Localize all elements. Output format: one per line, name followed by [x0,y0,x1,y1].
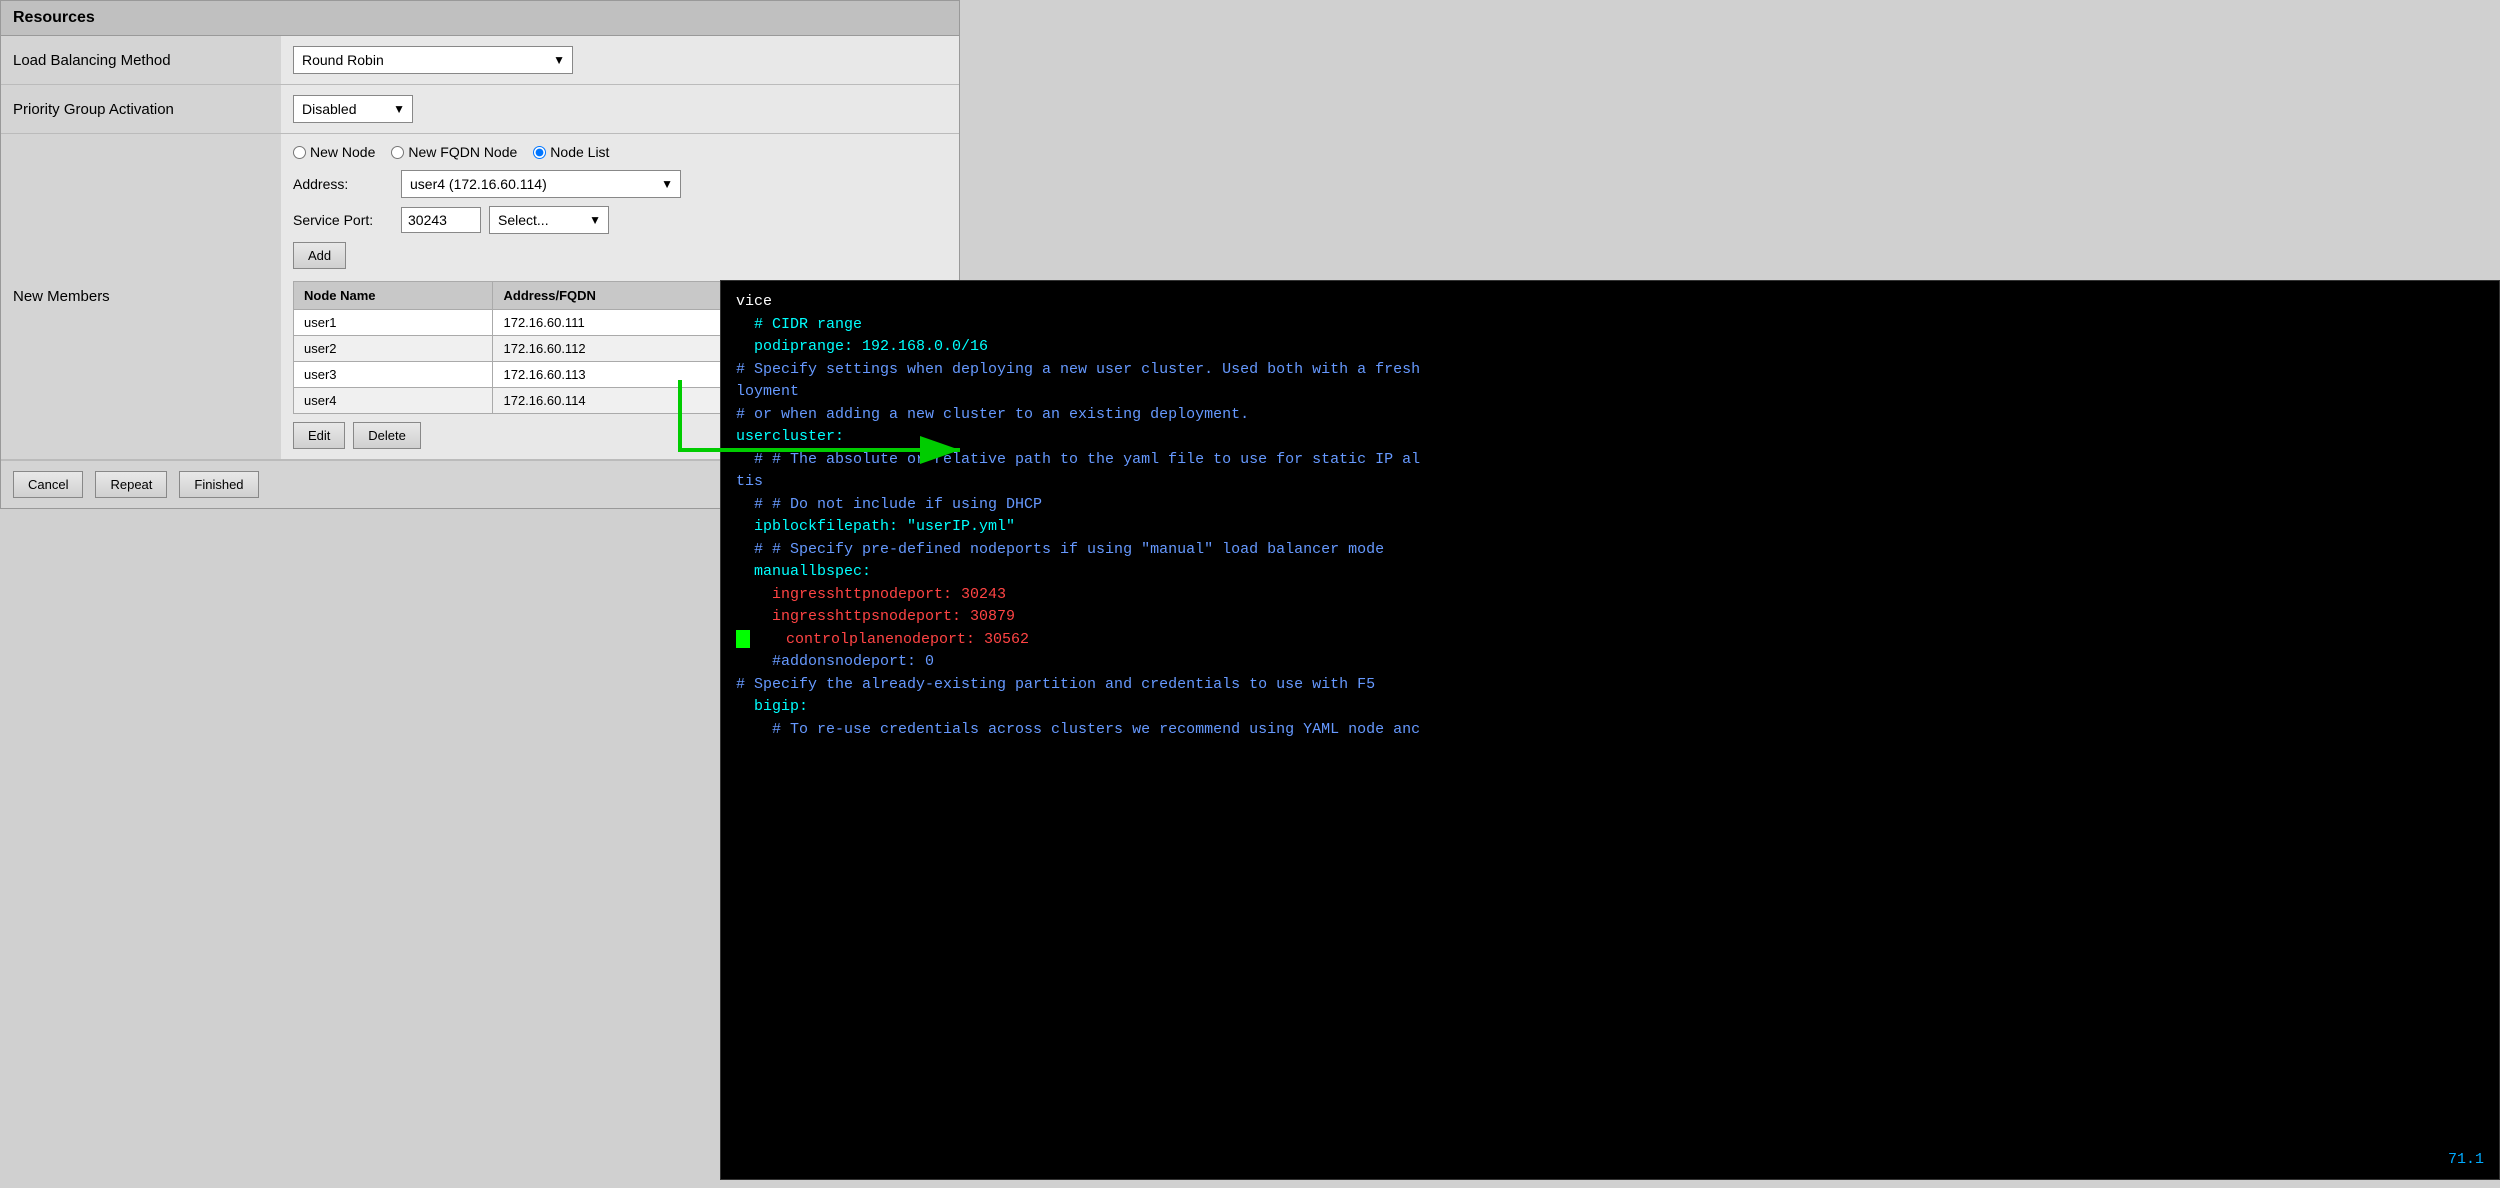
terminal-line: bigip: [736,696,2484,719]
address-select[interactable]: user4 (172.16.60.114) user1 (172.16.60.1… [401,170,681,198]
radio-node-list-text: Node List [550,144,609,160]
radio-node-list[interactable] [533,146,546,159]
service-port-input[interactable] [401,207,481,233]
terminal-cursor [736,630,750,648]
terminal-line: # To re-use credentials across clusters … [736,719,2484,742]
cell-node-name: user4 [294,388,493,414]
load-balancing-row: Load Balancing Method Round Robin ▼ [1,36,959,85]
load-balancing-label: Load Balancing Method [1,36,281,85]
radio-new-fqdn-label[interactable]: New FQDN Node [391,144,517,160]
panel-title: Resources [1,1,959,36]
terminal-line: controlplanenodeport: 30562 [736,629,2484,652]
priority-group-row: Priority Group Activation Disabled ▼ [1,85,959,134]
service-port-label: Service Port: [293,212,393,228]
terminal-line: podiprange: 192.168.0.0/16 [736,336,2484,359]
col-address-fqdn: Address/FQDN [493,282,738,310]
priority-group-label: Priority Group Activation [1,85,281,134]
terminal-line: ingresshttpnodeport: 30243 [736,584,2484,607]
radio-new-node[interactable] [293,146,306,159]
priority-group-select[interactable]: Disabled [293,95,413,123]
terminal-line: #addonsnodeport: 0 [736,651,2484,674]
service-port-row: Service Port: Select... ▼ [293,206,947,234]
address-row: Address: user4 (172.16.60.114) user1 (17… [293,170,947,198]
terminal-line: ipblockfilepath: "userIP.yml" [736,516,2484,539]
load-balancing-value-cell: Round Robin ▼ [281,36,959,85]
green-arrow-icon [660,370,1010,500]
delete-button[interactable]: Delete [353,422,421,449]
terminal-line: manuallbspec: [736,561,2484,584]
cell-address: 172.16.60.111 [493,310,738,336]
address-label: Address: [293,176,393,192]
cell-node-name: user2 [294,336,493,362]
radio-new-fqdn-text: New FQDN Node [408,144,517,160]
edit-button[interactable]: Edit [293,422,345,449]
port-select-wrapper: Select... ▼ [489,206,609,234]
radio-new-fqdn[interactable] [391,146,404,159]
col-node-name: Node Name [294,282,493,310]
radio-node-list-label[interactable]: Node List [533,144,609,160]
new-members-label: New Members [1,134,281,460]
load-balancing-select[interactable]: Round Robin [293,46,573,74]
add-button[interactable]: Add [293,242,346,269]
terminal-line: ingresshttpsnodeport: 30879 [736,606,2484,629]
terminal-line: # # Specify pre-defined nodeports if usi… [736,539,2484,562]
terminal-line: # CIDR range [736,314,2484,337]
priority-group-select-wrapper: Disabled ▼ [293,95,413,123]
priority-group-value-cell: Disabled ▼ [281,85,959,134]
terminal-content: vice # CIDR range podiprange: 192.168.0.… [736,291,2484,741]
terminal-position: 71.1 [2448,1149,2484,1172]
radio-new-node-label[interactable]: New Node [293,144,375,160]
load-balancing-select-wrapper: Round Robin ▼ [293,46,573,74]
repeat-button[interactable]: Repeat [95,471,167,498]
add-button-container: Add [293,242,947,269]
cell-node-name: user1 [294,310,493,336]
terminal-line: vice [736,291,2484,314]
cell-node-name: user3 [294,362,493,388]
cancel-button[interactable]: Cancel [13,471,83,498]
finished-button[interactable]: Finished [179,471,258,498]
address-select-wrapper: user4 (172.16.60.114) user1 (172.16.60.1… [401,170,681,198]
radio-new-node-text: New Node [310,144,375,160]
terminal-line: # Specify the already-existing partition… [736,674,2484,697]
port-select[interactable]: Select... [489,206,609,234]
radio-group: New Node New FQDN Node Node List [293,144,947,160]
cell-address: 172.16.60.112 [493,336,738,362]
